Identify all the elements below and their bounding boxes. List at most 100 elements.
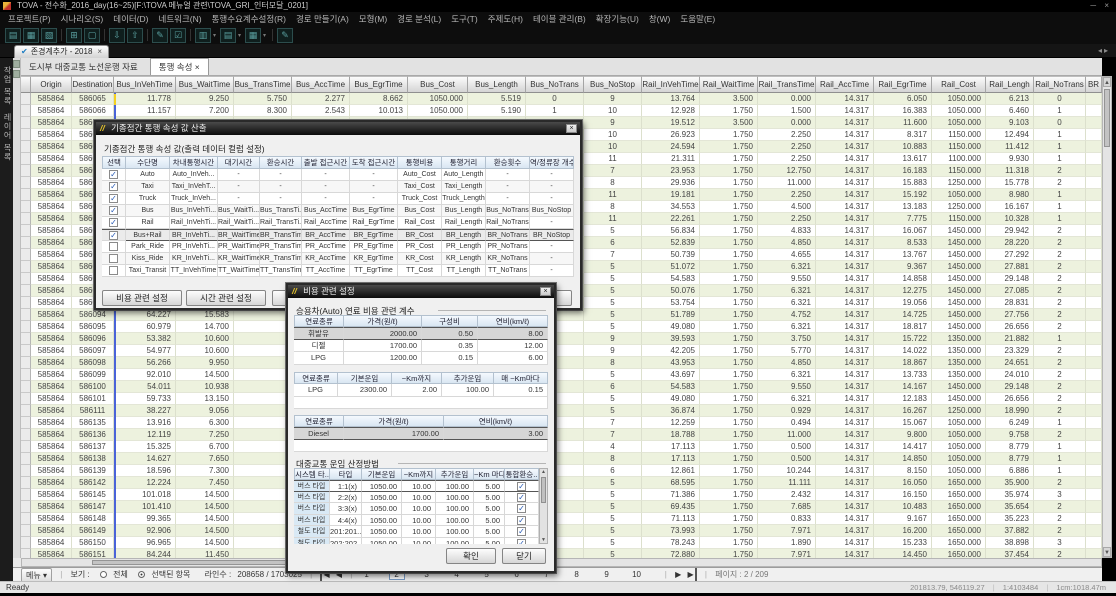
grid-cell[interactable]: 14.317 bbox=[816, 141, 874, 153]
grid-cell[interactable]: 5 bbox=[584, 309, 642, 321]
grid-cell[interactable]: 1 bbox=[1034, 189, 1086, 201]
grid-cell[interactable]: 586097 bbox=[72, 345, 114, 357]
grid-cell[interactable]: 1.750 bbox=[700, 513, 758, 525]
grid-cell[interactable]: 586139 bbox=[72, 465, 114, 477]
grid-cell[interactable]: 21.882 bbox=[986, 333, 1034, 345]
grid-cell[interactable]: 14.317 bbox=[816, 369, 874, 381]
grid-cell[interactable]: 8.533 bbox=[874, 237, 932, 249]
columns-view-icon[interactable]: ▥ bbox=[195, 28, 211, 43]
cell[interactable]: 1700.00 bbox=[344, 427, 444, 440]
grid-cell[interactable]: 1.750 bbox=[700, 441, 758, 453]
grid-cell[interactable]: 586096 bbox=[72, 333, 114, 345]
grid-cell[interactable]: 14.317 bbox=[816, 417, 874, 429]
grid-cell[interactable]: 37.882 bbox=[986, 525, 1034, 537]
grid-cell[interactable]: 2 bbox=[1034, 429, 1086, 441]
scroll-up-icon[interactable]: ▲ bbox=[1103, 77, 1111, 87]
grid-cell[interactable]: 14.317 bbox=[816, 381, 874, 393]
grid-cell[interactable]: 585864 bbox=[31, 333, 72, 345]
table-row[interactable]: 58586458614992.90614.5001573.9931.7507.9… bbox=[21, 525, 1102, 537]
grid-cell[interactable] bbox=[234, 429, 292, 441]
grid-cell[interactable]: 9.950 bbox=[176, 357, 234, 369]
dialog1-cell[interactable]: Auto_InVeh... bbox=[170, 169, 218, 181]
grid-cell[interactable]: 5 bbox=[584, 297, 642, 309]
row-selector-cell[interactable] bbox=[21, 93, 31, 105]
grid-cell[interactable]: 14.317 bbox=[816, 501, 874, 513]
grid-cell[interactable]: 0.000 bbox=[758, 93, 816, 105]
table-row[interactable]: 58586458611138.2279.0561536.8741.7500.92… bbox=[21, 405, 1102, 417]
grid-cell[interactable]: 15.722 bbox=[874, 333, 932, 345]
grid-cell[interactable]: 586142 bbox=[72, 477, 114, 489]
grid-cell[interactable]: 1.750 bbox=[700, 177, 758, 189]
grid-cell[interactable]: 1 bbox=[1034, 333, 1086, 345]
vertical-scrollbar[interactable]: ▲ ▼ bbox=[1102, 76, 1112, 558]
grid-cell[interactable]: 585864 bbox=[31, 417, 72, 429]
grid-cell[interactable]: 54.583 bbox=[642, 273, 700, 285]
grid-cell[interactable]: 2 bbox=[1034, 369, 1086, 381]
cell[interactable]: 3:3(x) bbox=[330, 503, 362, 515]
grid-cell[interactable]: 585864 bbox=[31, 357, 72, 369]
grid-cell[interactable]: 14.317 bbox=[816, 189, 874, 201]
cell[interactable]: 5.00 bbox=[474, 526, 505, 538]
grid-cell[interactable]: 24.010 bbox=[986, 369, 1034, 381]
row-selector-cell[interactable] bbox=[21, 381, 31, 393]
dialog1-cell[interactable]: - bbox=[486, 193, 530, 205]
grid-cell[interactable]: 24.594 bbox=[642, 141, 700, 153]
row-selector-cell[interactable] bbox=[21, 261, 31, 273]
column-header-Bus_NoTrans[interactable]: Bus_NoTrans bbox=[526, 76, 584, 93]
grid-cell[interactable]: 9.800 bbox=[874, 429, 932, 441]
row-selector-cell[interactable] bbox=[21, 429, 31, 441]
cell[interactable]: 0.15 bbox=[494, 384, 548, 397]
table-row[interactable]: 58586458609560.97914.7001549.0801.7506.3… bbox=[21, 321, 1102, 333]
dialog1-cell[interactable]: - bbox=[486, 169, 530, 181]
cell[interactable]: 2:2(x) bbox=[330, 492, 362, 504]
grid-cell[interactable]: 585864 bbox=[31, 297, 72, 309]
grid-cell[interactable]: 72.880 bbox=[642, 549, 700, 558]
export-icon[interactable]: ⇧ bbox=[127, 28, 143, 43]
grid-cell[interactable]: 4.850 bbox=[758, 357, 816, 369]
grid-cell[interactable]: 16.067 bbox=[874, 225, 932, 237]
grid-cell[interactable]: 7.200 bbox=[176, 105, 234, 117]
grid-cell[interactable]: 43.953 bbox=[642, 357, 700, 369]
dialog1-cell[interactable]: - bbox=[302, 169, 350, 181]
grid-cell[interactable]: 586149 bbox=[72, 525, 114, 537]
dialog1-cell[interactable]: BR_InVehTi... bbox=[170, 229, 218, 241]
row-selector-cell[interactable] bbox=[21, 129, 31, 141]
row-selector-cell[interactable] bbox=[21, 177, 31, 189]
grid-cell[interactable] bbox=[234, 513, 292, 525]
grid-cell[interactable]: 14.500 bbox=[176, 513, 234, 525]
grid-cell[interactable]: 3 bbox=[1034, 489, 1086, 501]
dialog1-cell[interactable]: Auto_Length bbox=[442, 169, 486, 181]
grid-cell[interactable]: 16.050 bbox=[874, 477, 932, 489]
page-number-9[interactable]: 9 bbox=[599, 568, 615, 581]
grid-cell[interactable]: 11.000 bbox=[758, 429, 816, 441]
grid-cell[interactable]: 2.250 bbox=[758, 153, 816, 165]
grid-cell[interactable]: 1350.000 bbox=[932, 369, 986, 381]
grid-cell[interactable]: 38.227 bbox=[114, 405, 176, 417]
grid-cell[interactable]: 586148 bbox=[72, 513, 114, 525]
grid-cell[interactable]: 0 bbox=[526, 93, 584, 105]
dialog1-cell[interactable]: - bbox=[530, 181, 574, 193]
grid-cell[interactable]: 3 bbox=[1034, 537, 1086, 549]
grid-cell[interactable]: 585864 bbox=[31, 273, 72, 285]
cell[interactable]: ✓ bbox=[505, 503, 539, 515]
open-project-icon[interactable]: ▦ bbox=[23, 28, 39, 43]
grid-cell[interactable]: 9.550 bbox=[758, 381, 816, 393]
time-settings-button[interactable]: 시간 관련 설정 bbox=[186, 290, 266, 306]
grid-cell[interactable]: 14.417 bbox=[874, 441, 932, 453]
grid-cell[interactable]: 14.022 bbox=[874, 345, 932, 357]
grid-cell[interactable] bbox=[234, 441, 292, 453]
mode-check-cell[interactable]: ✓ bbox=[102, 193, 126, 205]
table-row[interactable]: 58586458613612.1197.2500718.7881.75011.0… bbox=[21, 429, 1102, 441]
grid-cell[interactable]: 5 bbox=[584, 477, 642, 489]
dialog1-cell[interactable]: KR_NoTrans bbox=[486, 253, 530, 265]
cell[interactable]: 1050.00 bbox=[362, 515, 402, 527]
grid-cell[interactable]: 14.317 bbox=[816, 549, 874, 558]
dialog1-cell[interactable]: Bus_WaitTi... bbox=[218, 205, 260, 217]
grid-cell[interactable]: 56.266 bbox=[114, 357, 176, 369]
dialog1-cell[interactable]: - bbox=[260, 181, 302, 193]
grid-cell[interactable]: 586138 bbox=[72, 453, 114, 465]
checkbox-checked-icon[interactable]: ✓ bbox=[517, 516, 526, 525]
fuel-price-table[interactable]: 연료종류가격(원/ℓ)구성비연비(km/ℓ)휘발유2000.000.508.00… bbox=[294, 315, 548, 365]
grid-cell[interactable]: 1.750 bbox=[700, 105, 758, 117]
dialog1-cell[interactable]: Rail_Length bbox=[442, 217, 486, 229]
